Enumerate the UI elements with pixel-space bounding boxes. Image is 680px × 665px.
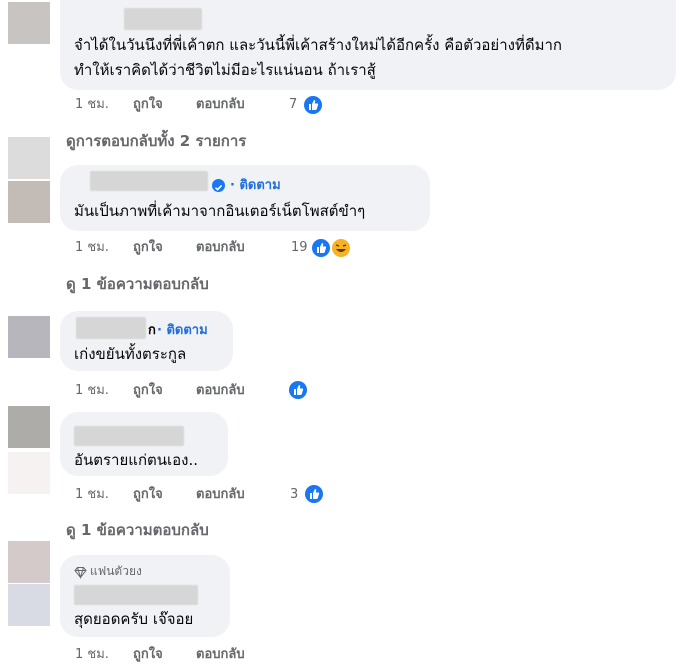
comment-bubble: ก · ติดตาม เก่งขยันทั้งตระกูล	[60, 311, 233, 371]
comment-bubble: จำได้ในวันนึงที่พี่เค้าตก และวันนี้พี่เค…	[60, 0, 676, 90]
comment-text: เก่งขยันทั้งตระกูล	[74, 345, 187, 363]
avatar[interactable]	[8, 137, 50, 179]
view-replies-link[interactable]: ดู 1 ข้อความตอบกลับ	[66, 521, 209, 539]
reply-button[interactable]: ตอบกลับ	[196, 487, 245, 503]
diamond-icon	[74, 564, 87, 580]
comment-time[interactable]: 1 ชม.	[75, 487, 109, 503]
commenter-name-blurred[interactable]	[76, 317, 146, 339]
like-button[interactable]: ถูกใจ	[133, 240, 163, 256]
like-button[interactable]: ถูกใจ	[133, 647, 163, 663]
commenter-name-blurred[interactable]	[124, 8, 202, 30]
like-reaction-icon[interactable]	[303, 483, 325, 505]
like-reaction-icon[interactable]	[310, 237, 332, 259]
avatar[interactable]	[8, 541, 50, 583]
avatar[interactable]	[8, 584, 50, 626]
commenter-name-blurred[interactable]	[74, 585, 198, 605]
comment-bubble: · ติดตาม มันเป็นภาพที่เค้ามาจากอินเตอร์เ…	[60, 165, 430, 231]
reply-button[interactable]: ตอบกลับ	[196, 97, 245, 113]
reply-button[interactable]: ตอบกลับ	[196, 383, 245, 399]
avatar[interactable]	[8, 406, 50, 448]
comment-text-line: จำได้ในวันนึงที่พี่เค้าตก และวันนี้พี่เค…	[74, 36, 562, 54]
follow-link[interactable]: · ติดตาม	[157, 323, 208, 339]
comment-text: มันเป็นภาพที่เค้ามาจากอินเตอร์เน็ตโพสต์ข…	[74, 202, 366, 220]
avatar[interactable]	[8, 181, 50, 223]
verified-badge-icon	[212, 179, 225, 192]
comment-text-line: ทำให้เราคิดได้ว่าชีวิตไม่มีอะไรแน่นอน ถ้…	[74, 61, 376, 79]
comment-time[interactable]: 1 ชม.	[75, 647, 109, 663]
avatar[interactable]	[8, 452, 50, 494]
comment-text: สุดยอดครับ เจ๊จอย	[74, 610, 194, 628]
view-replies-link[interactable]: ดู 1 ข้อความตอบกลับ	[66, 275, 209, 293]
like-button[interactable]: ถูกใจ	[133, 383, 163, 399]
reaction-count[interactable]: 7	[289, 97, 297, 113]
avatar[interactable]	[8, 316, 50, 358]
comment-bubble: อันตรายแก่ตนเอง..	[60, 412, 228, 476]
comment-time[interactable]: 1 ชม.	[75, 240, 109, 256]
commenter-name-suffix[interactable]: ก	[148, 323, 156, 339]
comment-bubble: แฟนตัวยง สุดยอดครับ เจ๊จอย	[60, 555, 230, 637]
reaction-count[interactable]: 3	[290, 487, 298, 503]
reply-button[interactable]: ตอบกลับ	[196, 240, 245, 256]
comment-time[interactable]: 1 ชม.	[75, 383, 109, 399]
haha-reaction-icon[interactable]	[330, 237, 352, 259]
avatar[interactable]	[8, 2, 50, 44]
like-button[interactable]: ถูกใจ	[133, 487, 163, 503]
reaction-count[interactable]: 19	[291, 240, 308, 256]
view-replies-link[interactable]: ดูการตอบกลับทั้ง 2 รายการ	[66, 132, 246, 150]
follow-link[interactable]: · ติดตาม	[230, 178, 281, 194]
reply-button[interactable]: ตอบกลับ	[196, 647, 245, 663]
like-reaction-icon[interactable]	[302, 94, 324, 116]
like-button[interactable]: ถูกใจ	[133, 97, 163, 113]
comment-time[interactable]: 1 ชม.	[75, 97, 109, 113]
commenter-name-blurred[interactable]	[90, 171, 208, 191]
comment-text: อันตรายแก่ตนเอง..	[74, 451, 199, 469]
like-reaction-icon[interactable]	[287, 379, 309, 401]
commenter-name-blurred[interactable]	[74, 426, 184, 446]
top-fan-badge: แฟนตัวยง	[90, 564, 142, 578]
